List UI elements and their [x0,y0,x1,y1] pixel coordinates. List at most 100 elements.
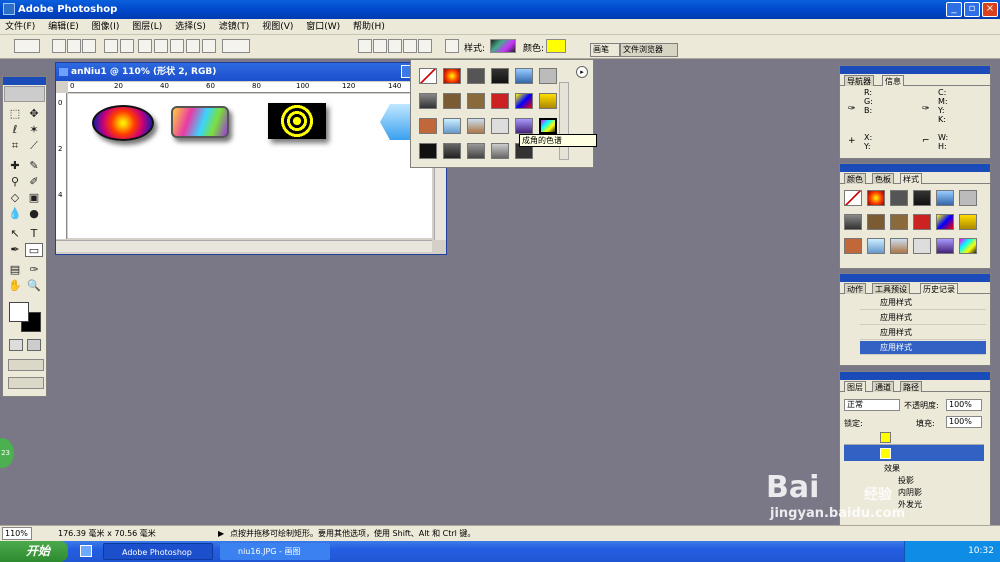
status-arrow-icon[interactable]: ▶ [218,526,224,541]
menu-filter[interactable]: 滤镜(T) [214,19,255,35]
quicklaunch-icon[interactable] [80,545,92,557]
add-shape-icon[interactable] [373,39,387,53]
style-swatch[interactable] [867,238,885,254]
lasso-tool-icon[interactable]: ℓ [6,123,24,137]
color-swatch[interactable] [546,39,566,53]
style-swatch[interactable] [913,214,931,230]
menu-image[interactable]: 图像(I) [87,19,125,35]
crop-tool-icon[interactable]: ⌗ [6,139,24,153]
dodge-tool-icon[interactable]: ● [25,207,43,221]
popup-menu-arrow-icon[interactable]: ▸ [576,66,588,78]
style-swatch[interactable] [515,68,533,84]
popup-scrollbar[interactable] [559,82,569,160]
shape-layers-icon[interactable] [52,39,66,53]
ellipse-shape-icon[interactable] [170,39,184,53]
create-new-shape-icon[interactable] [358,39,372,53]
path-selection-icon[interactable]: ↖ [6,227,24,241]
style-swatch[interactable] [959,214,977,230]
blur-tool-icon[interactable]: 💧 [6,207,24,221]
style-swatch-none[interactable] [844,190,862,206]
style-swatch[interactable] [890,190,908,206]
clone-stamp-icon[interactable]: ⚲ [6,175,24,189]
style-swatch[interactable] [419,93,437,109]
tool-preset-picker[interactable] [14,39,40,53]
style-swatch[interactable] [936,190,954,206]
tab-color[interactable]: 颜色 [844,173,866,184]
style-swatch[interactable] [936,214,954,230]
style-swatch[interactable] [539,68,557,84]
tab-swatches[interactable]: 色板 [872,173,894,184]
style-swatch[interactable] [515,93,533,109]
tab-navigator[interactable]: 导航器 [844,75,874,86]
style-swatch[interactable] [467,93,485,109]
marquee-tool-icon[interactable]: ⬚ [6,107,24,121]
style-swatch[interactable] [936,238,954,254]
style-swatch[interactable] [443,143,461,159]
style-swatch[interactable] [491,68,509,84]
fill-pixels-icon[interactable] [82,39,96,53]
tab-brushes[interactable]: 画笔 [590,43,620,57]
close-button[interactable]: × [982,2,998,17]
style-swatch[interactable] [959,190,977,206]
fill-input[interactable]: 100% [946,416,982,428]
quick-mask-icon[interactable] [27,339,41,351]
hand-tool-icon[interactable]: ✋ [6,279,24,293]
effect-drop-shadow[interactable]: 投影 [898,475,914,486]
style-picker[interactable] [490,39,516,53]
style-swatch[interactable] [515,118,533,134]
style-swatch[interactable] [913,190,931,206]
style-swatch[interactable] [467,68,485,84]
freeform-pen-icon[interactable] [120,39,134,53]
line-shape-icon[interactable] [202,39,216,53]
rectangle-tool-icon[interactable]: ▭ [25,243,43,257]
adobe-online-icon[interactable] [4,86,45,102]
brush-tool-icon[interactable]: ✎ [25,159,43,173]
style-swatch[interactable] [539,93,557,109]
taskbar-item-photoshop[interactable]: Adobe Photoshop [103,543,213,560]
screen-mode-icon[interactable] [8,359,44,371]
history-item[interactable]: 应用样式 [860,311,986,325]
horizontal-scrollbar[interactable] [56,240,432,252]
tab-styles[interactable]: 样式 [900,173,922,184]
taskbar-item-paint[interactable]: niu16.JPG - 画图 [220,543,330,560]
minimize-button[interactable]: _ [946,2,962,17]
standard-mode-icon[interactable] [9,339,23,351]
polygon-shape-icon[interactable] [186,39,200,53]
style-swatch[interactable] [491,118,509,134]
link-icon[interactable] [445,39,459,53]
history-item[interactable]: 应用样式 [860,326,986,340]
style-swatch[interactable] [419,118,437,134]
menu-view[interactable]: 视图(V) [257,19,298,35]
style-swatch[interactable] [867,190,885,206]
history-item-selected[interactable]: 应用样式 [860,341,986,355]
jump-to-imageready-icon[interactable] [8,377,44,389]
style-swatch[interactable] [913,238,931,254]
rectangle-shape-icon[interactable] [138,39,152,53]
type-tool-icon[interactable]: T [25,227,43,241]
notes-tool-icon[interactable]: ▤ [6,263,24,277]
zoom-field[interactable]: 110% [2,527,32,540]
style-swatch[interactable] [844,238,862,254]
eyedropper-icon[interactable]: ✑ [25,263,43,277]
pen-tool-icon[interactable] [104,39,118,53]
style-swatch[interactable] [867,214,885,230]
eraser-tool-icon[interactable]: ◇ [6,191,24,205]
style-swatch[interactable] [443,68,461,84]
style-swatch[interactable] [890,214,908,230]
pen-tool-icon[interactable]: ✒ [6,243,24,257]
history-brush-icon[interactable]: ✐ [25,175,43,189]
custom-shape-icon[interactable] [222,39,250,53]
tab-tool-presets[interactable]: 工具预设 [872,283,910,294]
menu-layer[interactable]: 图层(L) [127,19,167,35]
menu-help[interactable]: 帮助(H) [348,19,390,35]
subtract-shape-icon[interactable] [388,39,402,53]
exclude-shape-icon[interactable] [418,39,432,53]
style-swatch[interactable] [419,143,437,159]
style-swatch[interactable] [491,93,509,109]
maximize-button[interactable]: ▫ [964,2,980,17]
gradient-tool-icon[interactable]: ▣ [25,191,43,205]
history-item[interactable]: 应用样式 [860,296,986,310]
opacity-input[interactable]: 100% [946,399,982,411]
zoom-tool-icon[interactable]: 🔍 [25,279,43,293]
document-canvas[interactable] [68,94,432,238]
